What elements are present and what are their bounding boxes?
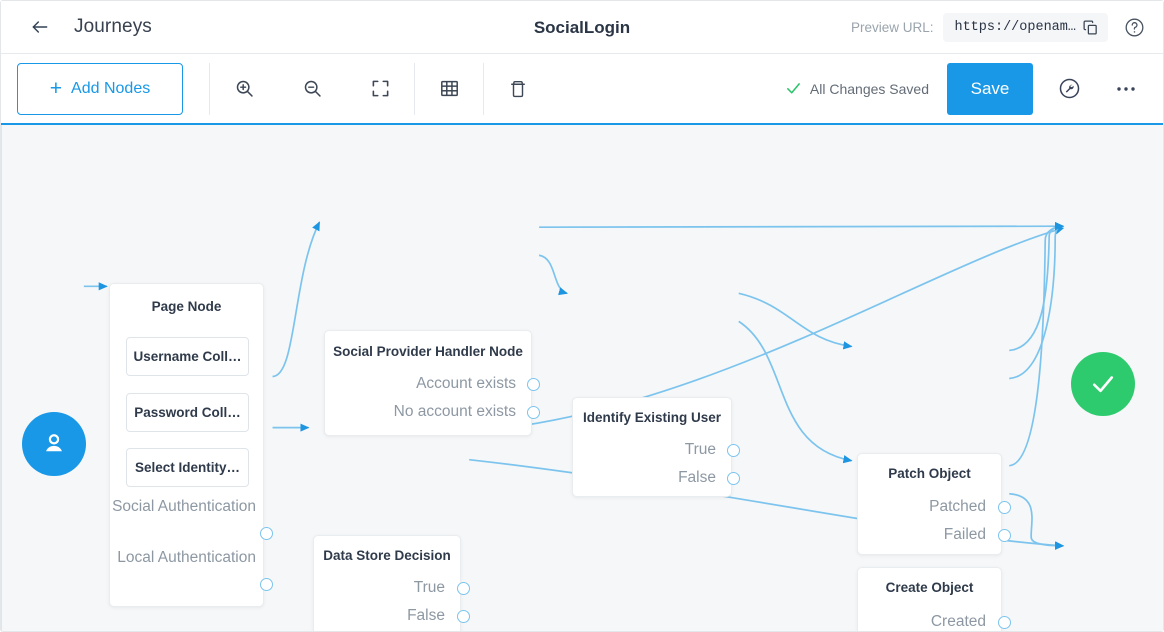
output-label-no-account-exists: No account exists xyxy=(393,403,516,420)
output-label-identify-false: False xyxy=(678,469,716,486)
edge-no-account-to-identify xyxy=(538,254,569,296)
save-button[interactable]: Save xyxy=(947,62,1033,115)
preview-url-label: Preview URL: xyxy=(850,19,934,35)
output-label-social-authentication: Social Authentication xyxy=(112,498,256,515)
journey-canvas[interactable]: Page Node Username Coll… Password Coll… … xyxy=(1,125,1163,631)
success-node[interactable] xyxy=(1071,352,1135,416)
port-identify-true[interactable] xyxy=(727,444,740,457)
port-account-exists[interactable] xyxy=(527,378,540,391)
preview-url-value: https://openam… xyxy=(954,19,1076,35)
node-title: Page Node xyxy=(151,299,222,314)
node-title: Create Object xyxy=(885,580,974,595)
delete-button[interactable] xyxy=(484,63,552,115)
node-title: Identify Existing User xyxy=(582,410,722,425)
chip-select-identity[interactable]: Select Identity… xyxy=(126,448,249,487)
port-local-authentication[interactable] xyxy=(260,578,273,591)
output-label-patch-failed: Failed xyxy=(943,526,986,543)
toggle-grid-button[interactable] xyxy=(415,63,483,115)
zoom-tool-group xyxy=(210,63,414,115)
chip-username-collector[interactable]: Username Coll… xyxy=(126,337,249,376)
edge-social-auth-to-handler xyxy=(272,221,321,378)
chip-password-collector[interactable]: Password Coll… xyxy=(126,393,249,432)
editor-toolbar: + Add Nodes All Changes Saved Save xyxy=(1,54,1163,125)
help-circle-icon[interactable] xyxy=(1124,17,1145,38)
preview-url-box[interactable]: https://openam… xyxy=(943,12,1108,42)
output-label-datastore-true: True xyxy=(413,579,445,596)
header-actions: Preview URL: https://openam… xyxy=(850,12,1145,42)
output-label-account-exists: Account exists xyxy=(416,375,516,392)
node-title: Patch Object xyxy=(888,466,971,481)
delete-tool-group xyxy=(484,63,552,115)
app-header: Journeys SocialLogin Preview URL: https:… xyxy=(1,1,1163,54)
edge-datastore-true-to-success xyxy=(469,226,1065,433)
save-status-text: All Changes Saved xyxy=(809,80,929,97)
tools-button[interactable] xyxy=(1053,73,1085,105)
more-options-button[interactable] xyxy=(1111,74,1141,104)
grid-tool-group xyxy=(415,63,483,115)
back-button[interactable] xyxy=(27,14,53,40)
output-label-created: Created xyxy=(930,613,986,630)
journey-editor-window: Journeys SocialLogin Preview URL: https:… xyxy=(0,0,1164,632)
zoom-in-icon xyxy=(236,80,253,97)
add-nodes-label: Add Nodes xyxy=(71,79,151,97)
output-label-local-authentication: Local Authentication xyxy=(117,549,256,566)
fit-to-screen-button[interactable] xyxy=(346,63,414,115)
arrow-left-icon xyxy=(32,21,48,33)
breadcrumb[interactable]: Journeys xyxy=(74,16,152,38)
checkmark-icon xyxy=(1092,376,1114,393)
fit-to-screen-icon xyxy=(372,80,388,97)
port-social-authentication[interactable] xyxy=(260,527,273,540)
node-title: Data Store Decision xyxy=(323,548,451,563)
zoom-out-button[interactable] xyxy=(278,63,346,115)
edge-patch-failed-to-success xyxy=(1009,222,1065,380)
port-created[interactable] xyxy=(998,616,1011,629)
start-node[interactable] xyxy=(22,412,86,476)
output-label-patched: Patched xyxy=(929,498,986,515)
node-title: Social Provider Handler Node xyxy=(333,344,523,359)
trash-icon xyxy=(511,80,525,97)
output-label-datastore-false: False xyxy=(407,607,445,624)
port-identify-false[interactable] xyxy=(727,472,740,485)
edge-account-exists-to-success xyxy=(539,222,1065,231)
edge-create-failed-to-failure xyxy=(1009,492,1065,550)
wrench-circle-icon xyxy=(1059,78,1079,99)
port-patch-failed[interactable] xyxy=(998,529,1011,542)
zoom-out-icon xyxy=(304,80,321,97)
copy-icon[interactable] xyxy=(1082,19,1099,36)
port-no-account-exists[interactable] xyxy=(527,406,540,419)
port-datastore-false[interactable] xyxy=(457,610,470,623)
output-label-identify-true: True xyxy=(684,441,716,458)
save-status: All Changes Saved xyxy=(785,80,929,97)
ellipsis-icon xyxy=(1117,86,1135,91)
plus-icon: + xyxy=(49,77,63,100)
add-nodes-button[interactable]: + Add Nodes xyxy=(17,62,183,115)
zoom-in-button[interactable] xyxy=(210,63,278,115)
port-patched[interactable] xyxy=(998,501,1011,514)
checkmark-icon xyxy=(785,80,802,97)
grid-icon xyxy=(440,80,458,97)
user-icon xyxy=(46,434,62,452)
port-datastore-true[interactable] xyxy=(457,582,470,595)
